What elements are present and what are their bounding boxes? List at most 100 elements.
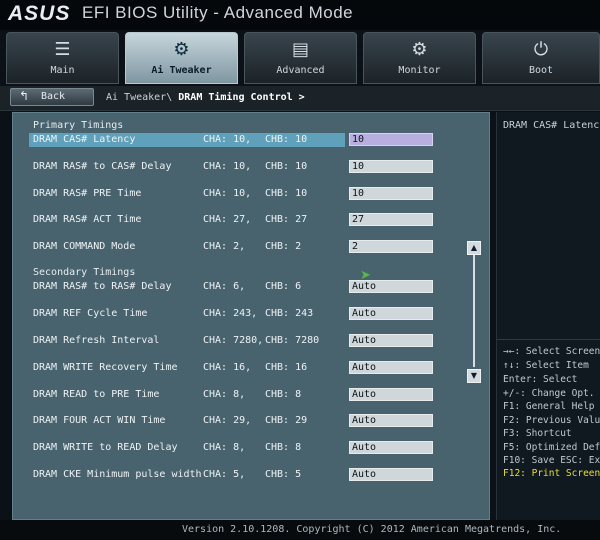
channel-a-value: CHA: 10, [203,188,252,199]
breadcrumb-current: DRAM Timing Control > [178,92,305,103]
navigation-bar: ↰ Back Ai Tweaker\ DRAM Timing Control > [0,86,600,111]
tab-advanced[interactable]: ▤ Advanced [244,32,357,84]
setting-row[interactable]: DRAM REF Cycle Time CHA: 243, CHB: 243 [29,307,345,321]
breadcrumb-parent[interactable]: Ai Tweaker\ [106,92,172,103]
setting-value-field[interactable]: 27 [349,213,433,226]
tab-bar: ☰ Main ⚙ Ai Tweaker ▤ Advanced ⚙ Monitor… [0,32,600,86]
setting-name: DRAM WRITE Recovery Time [33,362,178,373]
mouse-pointer-icon: ➤ [360,268,371,283]
setting-value-field[interactable]: Auto [349,388,433,401]
brand-logo: ASUS [8,2,71,25]
channel-a-value: CHA: 6, [203,281,246,292]
scroll-down-arrow-icon[interactable]: ▼ [467,369,481,383]
channel-b-value: CHB: 8 [265,442,302,453]
tab-label: Ai Tweaker [151,65,212,76]
channel-b-value: CHB: 10 [265,161,308,172]
tab-boot[interactable]: ⏻ Boot [482,32,600,84]
tab-label: Advanced [276,65,325,76]
channel-a-value: CHA: 27, [203,214,252,225]
back-label: Back [41,91,66,102]
tab-monitor[interactable]: ⚙ Monitor [363,32,476,84]
app-title: EFI BIOS Utility - Advanced Mode [82,3,354,22]
key-hint: Enter: Select [503,374,578,385]
power-icon: ⏻ [533,39,549,60]
channel-a-value: CHA: 10, [203,134,252,145]
scroll-up-arrow-icon[interactable]: ▲ [467,241,481,255]
channel-b-value: CHB: 243 [265,308,314,319]
setting-row[interactable]: DRAM WRITE Recovery Time CHA: 16, CHB: 1… [29,361,345,375]
setting-row[interactable]: DRAM RAS# to RAS# Delay CHA: 6, CHB: 6 [29,280,345,294]
help-item-title: DRAM CAS# Latency [503,120,600,131]
tab-label: Boot [528,65,554,76]
title-bar: ASUS EFI BIOS Utility - Advanced Mode [0,0,600,30]
setting-row[interactable]: DRAM COMMAND Mode CHA: 2, CHB: 2 [29,240,345,254]
channel-a-value: CHA: 5, [203,469,246,480]
version-text: Version 2.10.1208. Copyright (C) 2012 Am… [182,524,562,535]
setting-name: DRAM RAS# to CAS# Delay [33,161,172,172]
setting-name: DRAM Refresh Interval [33,335,160,346]
channel-b-value: CHB: 10 [265,188,308,199]
setting-row[interactable]: DRAM READ to PRE Time CHA: 8, CHB: 8 [29,388,345,402]
back-arrow-icon: ↰ [19,89,30,103]
setting-value-field[interactable]: 10 [349,160,433,173]
setting-value-field[interactable]: Auto [349,414,433,427]
setting-row[interactable]: DRAM RAS# PRE Time CHA: 10, CHB: 10 [29,187,345,201]
setting-row[interactable]: DRAM WRITE to READ Delay CHA: 8, CHB: 8 [29,441,345,455]
setting-value-field[interactable]: 2 [349,240,433,253]
setting-value-field[interactable]: Auto [349,334,433,347]
channel-b-value: CHB: 27 [265,214,308,225]
monitor-icon: ⚙ [411,39,428,60]
setting-value-field[interactable]: 10 [349,187,433,200]
channel-b-value: CHB: 16 [265,362,308,373]
channel-a-value: CHA: 8, [203,442,246,453]
list-icon: ☰ [54,39,71,60]
key-hint: F2: Previous Values [503,415,600,426]
channel-a-value: CHA: 243, [203,308,258,319]
channel-a-value: CHA: 8, [203,389,246,400]
setting-row[interactable]: DRAM RAS# to CAS# Delay CHA: 10, CHB: 10 [29,160,345,174]
scrollbar-track[interactable] [473,255,475,367]
channel-a-value: CHA: 7280, [203,335,264,346]
setting-row[interactable]: DRAM FOUR ACT WIN Time CHA: 29, CHB: 29 [29,414,345,428]
footer: Version 2.10.1208. Copyright (C) 2012 Am… [0,520,600,540]
tab-label: Main [50,65,75,76]
key-hint: ↑↓: Select Item [503,360,589,371]
setting-name: DRAM FOUR ACT WIN Time [33,415,166,426]
setting-name: DRAM CKE Minimum pulse width [33,469,202,480]
settings-panel: Primary Timings DRAM CAS# Latency CHA: 1… [12,112,490,520]
channel-b-value: CHB: 29 [265,415,308,426]
channel-b-value: CHB: 7280 [265,335,320,346]
setting-value-field[interactable]: Auto [349,441,433,454]
setting-value-field[interactable]: Auto [349,307,433,320]
setting-name: DRAM RAS# PRE Time [33,188,142,199]
channel-a-value: CHA: 10, [203,161,252,172]
setting-name: DRAM COMMAND Mode [33,241,136,252]
setting-name: DRAM RAS# ACT Time [33,214,142,225]
tab-main[interactable]: ☰ Main [6,32,119,84]
advanced-icon: ▤ [291,39,309,60]
setting-value-field[interactable]: Auto [349,468,433,481]
channel-a-value: CHA: 29, [203,415,252,426]
key-hint: F3: Shortcut [503,428,572,439]
setting-row[interactable]: DRAM CAS# Latency CHA: 10, CHB: 10 [29,133,345,147]
setting-value-field[interactable]: 10 [349,133,433,146]
tab-label: Monitor [398,65,441,76]
key-hint: →←: Select Screen [503,346,600,357]
channel-a-value: CHA: 2, [203,241,246,252]
setting-name: DRAM RAS# to RAS# Delay [33,281,172,292]
setting-row[interactable]: DRAM CKE Minimum pulse width CHA: 5, CHB… [29,468,345,482]
key-hint: F10: Save ESC: Exit [503,455,600,466]
channel-b-value: CHB: 5 [265,469,302,480]
setting-value-field[interactable]: Auto [349,361,433,374]
tab-ai-tweaker[interactable]: ⚙ Ai Tweaker [125,32,238,84]
back-button[interactable]: ↰ Back [10,88,94,106]
tweaker-icon: ⚙ [173,39,190,60]
help-divider [497,339,600,340]
key-hint: +/-: Change Opt. [503,388,595,399]
setting-row[interactable]: DRAM RAS# ACT Time CHA: 27, CHB: 27 [29,213,345,227]
channel-b-value: CHB: 6 [265,281,302,292]
channel-b-value: CHB: 10 [265,134,308,145]
setting-row[interactable]: DRAM Refresh Interval CHA: 7280, CHB: 72… [29,334,345,348]
channel-b-value: CHB: 8 [265,389,302,400]
channel-a-value: CHA: 16, [203,362,252,373]
